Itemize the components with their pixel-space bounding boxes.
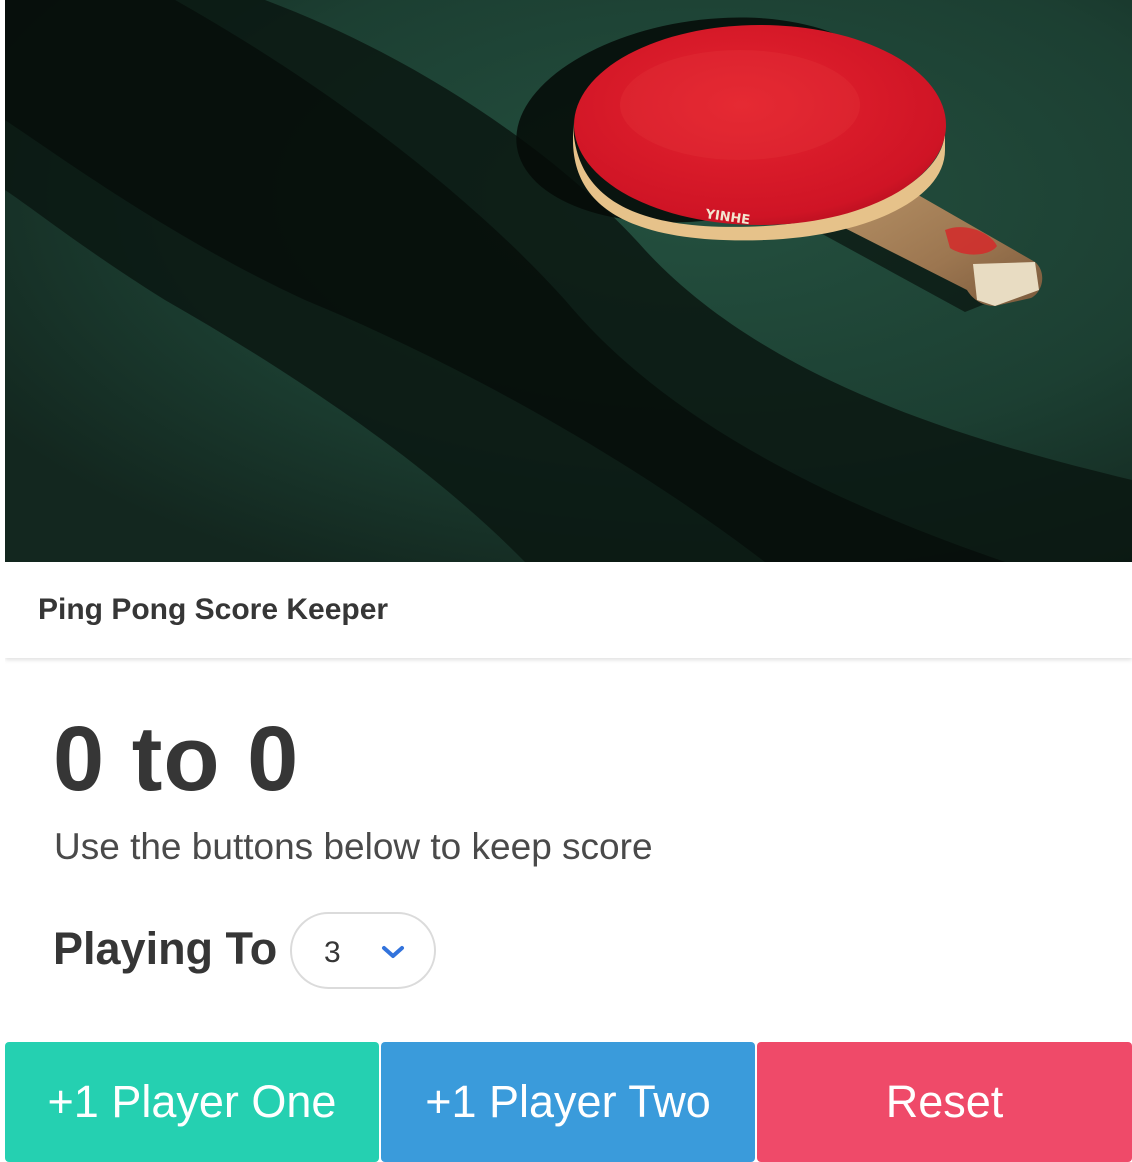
ping-pong-paddle-image: YINHE (5, 0, 1132, 562)
card-header: Ping Pong Score Keeper (5, 562, 1132, 658)
player-one-button[interactable]: +1 Player One (5, 1042, 379, 1162)
player-two-button[interactable]: +1 Player Two (381, 1042, 755, 1162)
score-keeper-card: YINHE Ping Pong Score Keeper 0 to 0 Use … (5, 0, 1132, 1162)
score-display: 0 to 0 (53, 708, 300, 810)
card-header-title: Ping Pong Score Keeper (38, 593, 389, 626)
playing-to-label: Playing To (53, 923, 278, 974)
playing-to-selected-value: 3 (324, 936, 341, 969)
instructions-text: Use the buttons below to keep score (54, 826, 653, 867)
card-footer: +1 Player One +1 Player Two Reset (5, 1042, 1132, 1162)
playing-to-select[interactable]: 3 (290, 912, 436, 989)
card-content: 0 to 0 Use the buttons below to keep sco… (5, 658, 1132, 1042)
reset-button[interactable]: Reset (757, 1042, 1132, 1162)
chevron-down-icon (382, 946, 404, 958)
